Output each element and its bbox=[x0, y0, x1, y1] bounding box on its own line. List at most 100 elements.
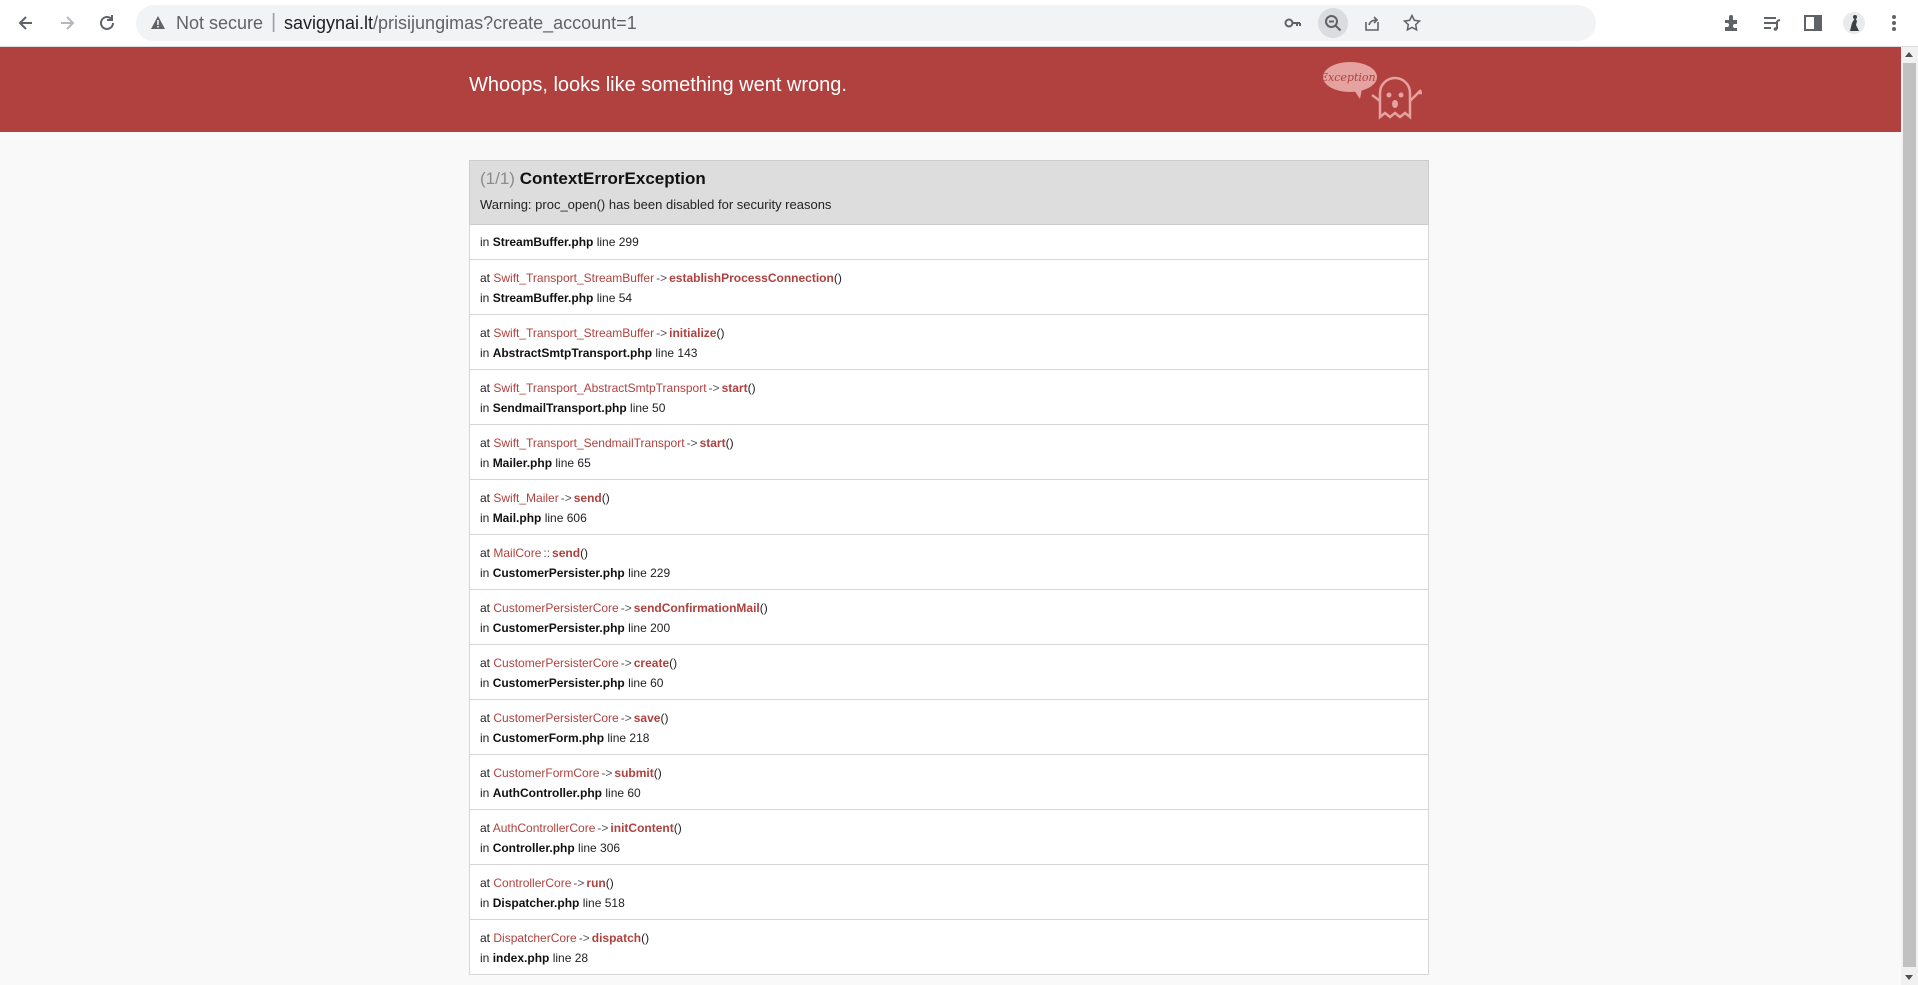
frame-location: in AbstractSmtpTransport.php line 143 bbox=[480, 343, 1418, 363]
trace-frame: at ControllerCore -> run() in Dispatcher.ph… bbox=[469, 865, 1429, 920]
at-label: at bbox=[480, 381, 491, 395]
at-label: at bbox=[480, 546, 491, 560]
reading-list-icon[interactable] bbox=[1758, 9, 1786, 37]
star-icon[interactable] bbox=[1397, 8, 1427, 38]
call-parens: () bbox=[759, 601, 768, 615]
in-label: in bbox=[480, 456, 490, 470]
file-name: index.php bbox=[492, 951, 550, 965]
security-label[interactable]: Not secure bbox=[176, 13, 263, 34]
forward-arrow-icon[interactable] bbox=[53, 9, 81, 37]
trace-frame: at Swift_Transport_StreamBuffer -> initial… bbox=[469, 315, 1429, 370]
frame-function: save bbox=[633, 711, 661, 725]
call-operator: -> bbox=[686, 436, 698, 450]
exception-ghost-logo: Exception! bbox=[1322, 62, 1422, 120]
trace-frame: at CustomerFormCore -> submit() in AuthCont… bbox=[469, 755, 1429, 810]
address-bar[interactable]: Not secure | savigynai.lt/prisijungimas?… bbox=[136, 5, 1596, 41]
at-label: at bbox=[480, 601, 491, 615]
frame-location: in CustomerPersister.php line 200 bbox=[480, 618, 1418, 638]
frame-class: CustomerFormCore bbox=[493, 766, 600, 780]
at-label: at bbox=[480, 656, 491, 670]
trace-frame: at CustomerPersisterCore -> create() in Cus… bbox=[469, 645, 1429, 700]
stack-trace: in StreamBuffer.php line 299 at Swift_Tr… bbox=[469, 225, 1429, 975]
line-number: line 28 bbox=[552, 951, 589, 965]
call-parens: () bbox=[641, 931, 650, 945]
svg-text:Exception!: Exception! bbox=[1322, 71, 1380, 84]
menu-dots-icon[interactable] bbox=[1880, 9, 1908, 37]
file-name: SendmailTransport.php bbox=[492, 401, 627, 415]
line-number: line 65 bbox=[555, 456, 591, 470]
in-label: in bbox=[480, 401, 490, 415]
call-operator: -> bbox=[656, 326, 668, 340]
frame-call: at Swift_Transport_AbstractSmtpTransport… bbox=[480, 378, 1418, 398]
call-operator: -> bbox=[656, 271, 668, 285]
frame-class: AuthControllerCore bbox=[492, 821, 596, 835]
frame-location: in Mail.php line 606 bbox=[480, 508, 1418, 528]
line-number: line 306 bbox=[578, 841, 621, 855]
frame-class: CustomerPersisterCore bbox=[493, 656, 619, 670]
call-operator: -> bbox=[601, 766, 613, 780]
frame-function: send bbox=[573, 491, 602, 505]
back-arrow-icon[interactable] bbox=[12, 9, 40, 37]
call-operator: -> bbox=[560, 491, 572, 505]
frame-location: in index.php line 28 bbox=[480, 948, 1418, 968]
file-name: CustomerPersister.php bbox=[492, 566, 625, 580]
scroll-up-icon[interactable] bbox=[1905, 52, 1913, 57]
scroll-down-icon[interactable] bbox=[1905, 975, 1913, 980]
side-panel-icon[interactable] bbox=[1799, 9, 1827, 37]
frame-call: at AuthControllerCore -> initContent() bbox=[480, 818, 1418, 838]
extensions-icon[interactable] bbox=[1718, 9, 1746, 37]
file-name: Mailer.php bbox=[492, 456, 553, 470]
frame-call: at MailCore:: send() bbox=[480, 543, 1418, 563]
frame-function: initContent bbox=[610, 821, 674, 835]
call-parens: () bbox=[601, 491, 610, 505]
warning-icon[interactable] bbox=[150, 15, 166, 35]
file-name: Controller.php bbox=[492, 841, 575, 855]
frame-function: initialize bbox=[669, 326, 717, 340]
call-parens: () bbox=[580, 546, 589, 560]
frame-class: Swift_Mailer bbox=[493, 491, 559, 505]
at-label: at bbox=[480, 766, 491, 780]
in-label: in bbox=[480, 566, 490, 580]
trace-frame: at DispatcherCore -> dispatch() in index.ph… bbox=[469, 920, 1429, 975]
frame-call: at DispatcherCore -> dispatch() bbox=[480, 928, 1418, 948]
call-operator: -> bbox=[620, 711, 632, 725]
trace-frame: at CustomerPersisterCore -> save() in Custo… bbox=[469, 700, 1429, 755]
call-operator: -> bbox=[708, 381, 720, 395]
page-title: Whoops, looks like something went wrong. bbox=[469, 74, 847, 96]
zoom-out-icon[interactable] bbox=[1318, 8, 1348, 38]
frame-class: Swift_Transport_StreamBuffer bbox=[493, 271, 655, 285]
frame-function: run bbox=[586, 876, 606, 890]
at-label: at bbox=[480, 711, 491, 725]
url-text[interactable]: savigynai.lt/prisijungimas?create_accoun… bbox=[284, 13, 637, 34]
in-label: in bbox=[480, 731, 490, 745]
in-label: in bbox=[480, 896, 490, 910]
frame-location: in CustomerPersister.php line 60 bbox=[480, 673, 1418, 693]
error-banner: Whoops, looks like something went wrong.… bbox=[0, 47, 1901, 132]
file-name: StreamBuffer.php bbox=[492, 291, 594, 305]
page-scrollbar[interactable] bbox=[1901, 47, 1918, 985]
trace-frame: at Swift_Transport_SendmailTransport -> st… bbox=[469, 425, 1429, 480]
profile-avatar-icon[interactable] bbox=[1840, 9, 1868, 37]
url-path: /prisijungimas?create_account=1 bbox=[373, 13, 637, 33]
frame-class: CustomerPersisterCore bbox=[493, 711, 619, 725]
in-label: in bbox=[480, 235, 490, 249]
in-label: in bbox=[480, 841, 490, 855]
share-icon[interactable] bbox=[1357, 8, 1387, 38]
frame-class: DispatcherCore bbox=[493, 931, 577, 945]
call-parens: () bbox=[605, 876, 614, 890]
frame-location: in SendmailTransport.php line 50 bbox=[480, 398, 1418, 418]
line-number: line 229 bbox=[628, 566, 671, 580]
call-parens: () bbox=[669, 656, 678, 670]
frame-location: in CustomerPersister.php line 229 bbox=[480, 563, 1418, 583]
exception-panel: (1/1) ContextErrorException Warning: pro… bbox=[469, 160, 1429, 975]
call-parens: () bbox=[673, 821, 682, 835]
in-label: in bbox=[480, 786, 490, 800]
call-operator: :: bbox=[543, 546, 551, 560]
browser-toolbar: Not secure | savigynai.lt/prisijungimas?… bbox=[0, 0, 1918, 47]
reload-icon[interactable] bbox=[93, 9, 121, 37]
url-host: savigynai.lt bbox=[284, 13, 374, 33]
scroll-thumb[interactable] bbox=[1903, 63, 1916, 967]
key-icon[interactable] bbox=[1278, 8, 1308, 38]
frame-call: at CustomerPersisterCore -> create() bbox=[480, 653, 1418, 673]
trace-origin: in StreamBuffer.php line 299 bbox=[469, 225, 1429, 260]
